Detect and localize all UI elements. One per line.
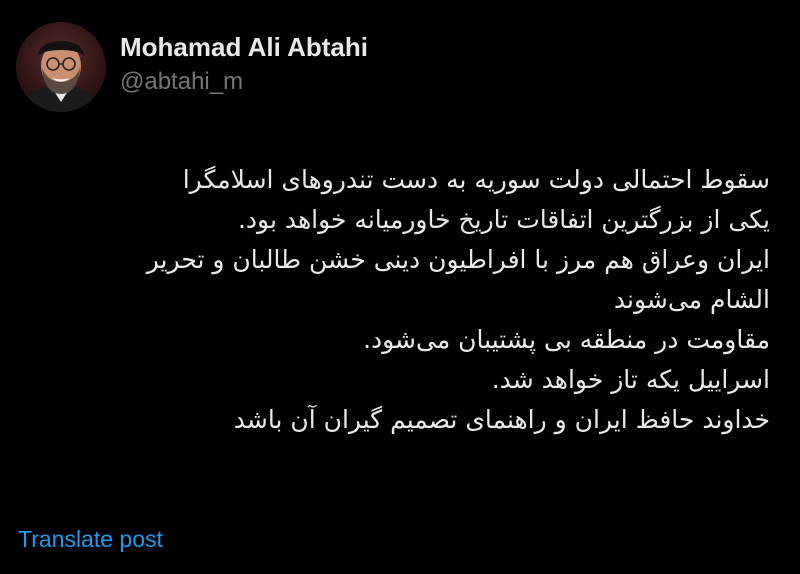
post-card: Mohamad Ali Abtahi @abtahi_m سقوط احتمال… bbox=[0, 0, 800, 574]
author-display-name[interactable]: Mohamad Ali Abtahi bbox=[120, 30, 368, 64]
post-text-line: خداوند حافظ ایران و راهنمای تصمیم گیران … bbox=[233, 405, 770, 434]
post-text-line: الشام می‌شوند bbox=[613, 285, 770, 314]
post-text: سقوط احتمالی دولت سوریه به دست تندروهای … bbox=[25, 160, 770, 440]
avatar[interactable] bbox=[16, 22, 106, 112]
post-text-line: اسراییل یکه تاز خواهد شد. bbox=[491, 365, 770, 394]
post-text-line: یکی از بزرگترین اتفاقات تاریخ خاورمیانه … bbox=[237, 205, 770, 234]
author-handle[interactable]: @abtahi_m bbox=[120, 66, 368, 98]
translate-post-link[interactable]: Translate post bbox=[18, 526, 163, 553]
author-names: Mohamad Ali Abtahi @abtahi_m bbox=[120, 30, 368, 98]
post-text-line: ایران وعراق هم مرز با افراطیون دینی خشن … bbox=[146, 245, 770, 274]
profile-photo-icon bbox=[16, 22, 106, 112]
post-author[interactable]: Mohamad Ali Abtahi @abtahi_m bbox=[16, 22, 368, 112]
post-text-line: سقوط احتمالی دولت سوریه به دست تندروهای … bbox=[182, 165, 770, 194]
post-text-line: مقاومت در منطقه بی پشتیبان می‌شود. bbox=[363, 325, 770, 354]
